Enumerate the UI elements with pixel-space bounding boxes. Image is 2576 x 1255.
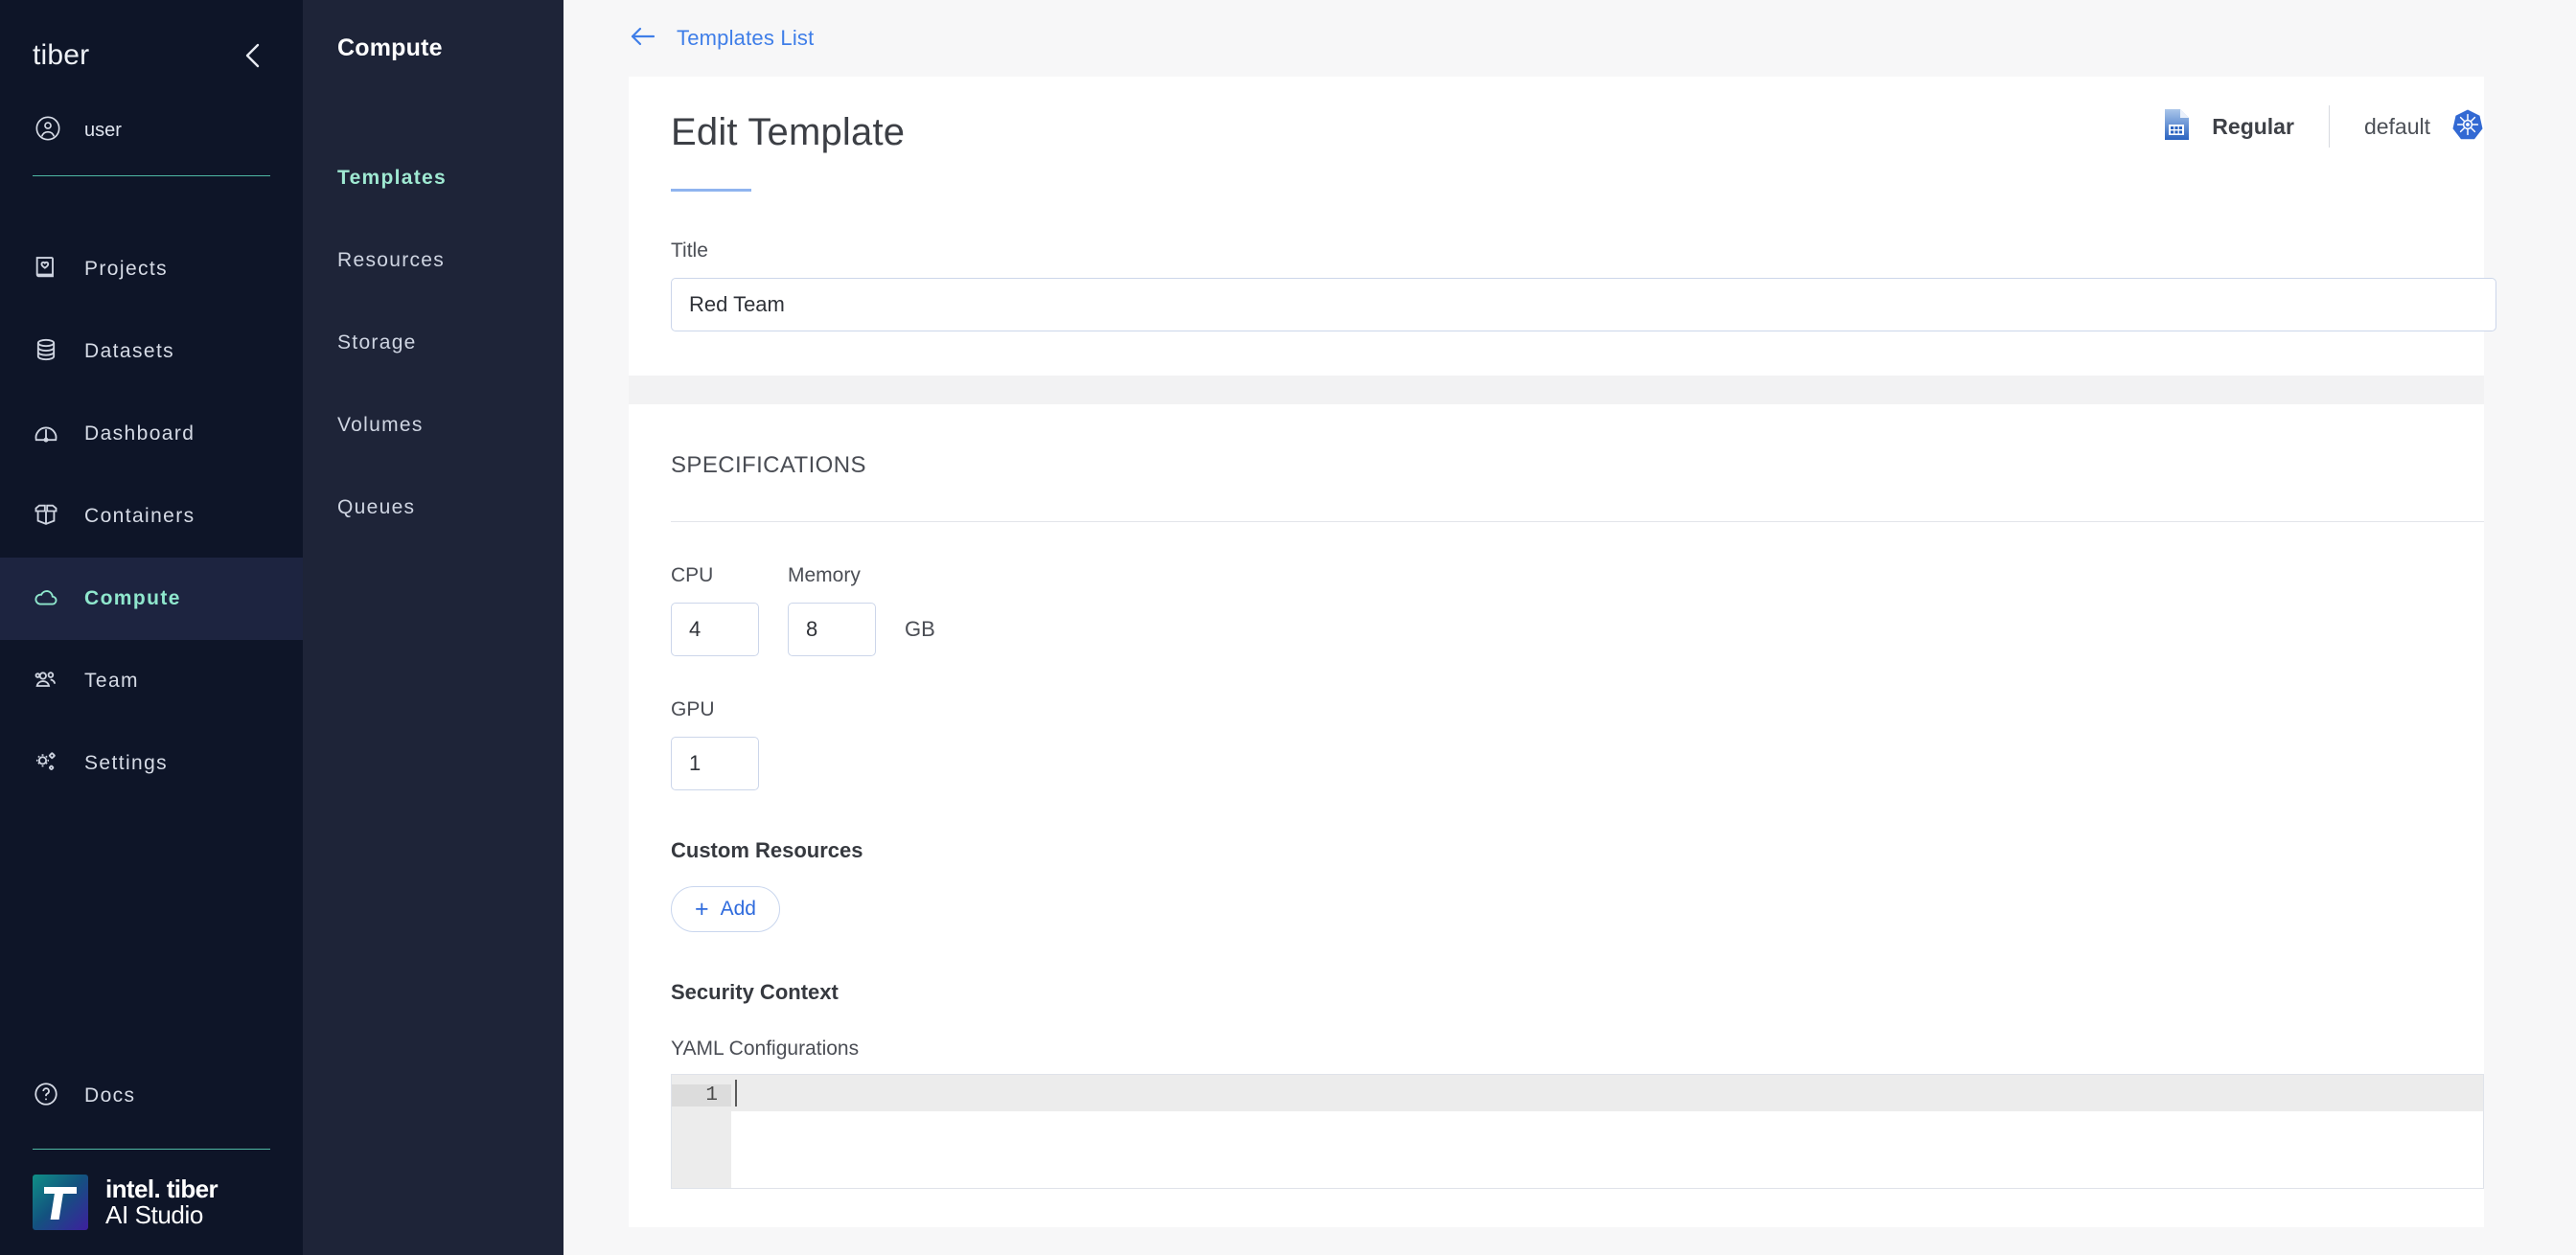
app-root: tiber user Projects Datasets Dashboard C… (0, 0, 2576, 1255)
template-type-label: Regular (2212, 113, 2294, 139)
book-heart-icon (33, 254, 59, 285)
line-number: 1 (672, 1084, 731, 1107)
gears-icon (33, 748, 59, 780)
cpu-memory-row: CPU Memory GB (671, 564, 2484, 656)
sidebar-user[interactable]: user (33, 115, 270, 147)
box-open-icon (33, 501, 59, 533)
tiber-logo-mark (33, 1175, 88, 1230)
sidebar-item-docs[interactable]: Docs (33, 1061, 270, 1131)
subnav-item-volumes[interactable]: Volumes (303, 384, 564, 467)
breadcrumb-label: Templates List (677, 26, 815, 50)
text-caret (735, 1080, 737, 1107)
logo-line-2: AI Studio (105, 1200, 203, 1229)
product-logo: intel. tiber AI Studio (33, 1175, 270, 1230)
memory-label: Memory (788, 564, 861, 586)
plus-icon: + (695, 895, 709, 923)
template-title-input[interactable] (671, 278, 2496, 331)
memory-input[interactable] (788, 603, 876, 656)
card-separator (629, 376, 2484, 404)
secondary-nav: Compute Templates Resources Storage Volu… (303, 0, 564, 1255)
specifications-body: SPECIFICATIONS CPU Memory GB GPU (629, 404, 2484, 1227)
sidebar-nav: Projects Datasets Dashboard Containers C… (0, 228, 303, 805)
template-header-card: Regular default Edit Template Title Red … (629, 77, 2496, 376)
custom-resources-heading: Custom Resources (671, 838, 863, 862)
cluster-selector[interactable]: default (2330, 108, 2484, 146)
breadcrumb: Templates List (564, 0, 2576, 77)
sidebar-brand-row: tiber (33, 38, 270, 73)
sidebar-item-containers[interactable]: Containers (0, 475, 303, 558)
product-logo-text: intel. tiber AI Studio (105, 1174, 218, 1229)
database-icon (33, 336, 59, 368)
main-content: Templates List Regular default Edit Temp… (564, 0, 2576, 1255)
sidebar-item-label: Dashboard (84, 422, 196, 445)
secondary-nav-list: Templates Resources Storage Volumes Queu… (303, 137, 564, 549)
memory-field-group: Memory (788, 564, 876, 656)
sidebar-item-label: Projects (84, 258, 169, 280)
sidebar-item-label: Containers (84, 505, 196, 527)
sidebar-item-dashboard[interactable]: Dashboard (0, 393, 303, 475)
sidebar-item-label: Datasets (84, 340, 175, 362)
arrow-left-icon (629, 24, 657, 53)
add-custom-resource-button[interactable]: + Add (671, 886, 780, 932)
sidebar-item-compute[interactable]: Compute (0, 558, 303, 640)
gpu-input[interactable] (671, 737, 759, 790)
cpu-field-group: CPU (671, 564, 759, 656)
specifications-divider (671, 521, 2484, 522)
back-to-templates-list-link[interactable]: Templates List (629, 24, 814, 53)
editor-active-line (731, 1075, 2483, 1111)
people-icon (33, 666, 59, 697)
primary-sidebar: tiber user Projects Datasets Dashboard C… (0, 0, 303, 1255)
sidebar-item-label: Settings (84, 752, 169, 774)
memory-unit-label: GB (905, 617, 935, 641)
sidebar-docs-label: Docs (84, 1084, 136, 1107)
sidebar-item-team[interactable]: Team (0, 640, 303, 722)
subnav-item-resources[interactable]: Resources (303, 219, 564, 302)
gpu-field-group: GPU (671, 698, 759, 790)
add-button-label: Add (720, 898, 756, 920)
template-type[interactable]: Regular (2162, 108, 2329, 146)
cloud-icon (33, 583, 59, 615)
title-field-group: Title (671, 240, 2496, 331)
sidebar-item-datasets[interactable]: Datasets (0, 310, 303, 393)
brand-name: tiber (33, 39, 90, 71)
sidebar-user-name: user (84, 120, 122, 141)
subnav-item-queues[interactable]: Queues (303, 467, 564, 549)
subnav-item-templates[interactable]: Templates (303, 137, 564, 219)
question-circle-icon (33, 1081, 59, 1112)
gpu-label: GPU (671, 698, 715, 720)
sidebar-header: tiber user (0, 0, 303, 176)
secondary-nav-title: Compute (337, 34, 443, 61)
editor-code-area[interactable] (731, 1075, 2483, 1188)
yaml-code-editor[interactable]: 1 (671, 1074, 2484, 1189)
specifications-card: SPECIFICATIONS CPU Memory GB GPU (629, 404, 2484, 1227)
subnav-item-storage[interactable]: Storage (303, 302, 564, 384)
cpu-label: CPU (671, 564, 714, 586)
sidebar-footer-divider (33, 1149, 270, 1150)
template-meta: Regular default (2162, 105, 2484, 148)
document-grid-icon (2162, 108, 2191, 146)
kubernetes-icon (2451, 108, 2484, 146)
sidebar-item-projects[interactable]: Projects (0, 228, 303, 310)
card-header: Regular default Edit Template Title Red … (629, 77, 2496, 376)
cluster-label: default (2363, 113, 2430, 139)
gpu-row: GPU (671, 698, 2484, 790)
security-context-heading: Security Context (671, 980, 839, 1004)
sidebar-item-settings[interactable]: Settings (0, 722, 303, 805)
sidebar-item-label: Compute (84, 587, 181, 609)
logo-line-1: intel. tiber (105, 1174, 218, 1203)
specifications-heading: SPECIFICATIONS (671, 452, 866, 478)
title-field-label: Title (671, 240, 708, 262)
chevron-left-icon[interactable] (236, 38, 270, 73)
user-circle-icon (34, 115, 61, 147)
cpu-input[interactable] (671, 603, 759, 656)
title-accent-underline (671, 189, 751, 192)
sidebar-divider (33, 175, 270, 176)
sidebar-footer: Docs intel. tiber AI Studio (0, 1061, 303, 1255)
yaml-configurations-label: YAML Configurations (671, 1038, 860, 1060)
sidebar-item-label: Team (84, 670, 139, 692)
gauge-icon (33, 419, 59, 450)
editor-line-numbers: 1 (672, 1075, 731, 1188)
